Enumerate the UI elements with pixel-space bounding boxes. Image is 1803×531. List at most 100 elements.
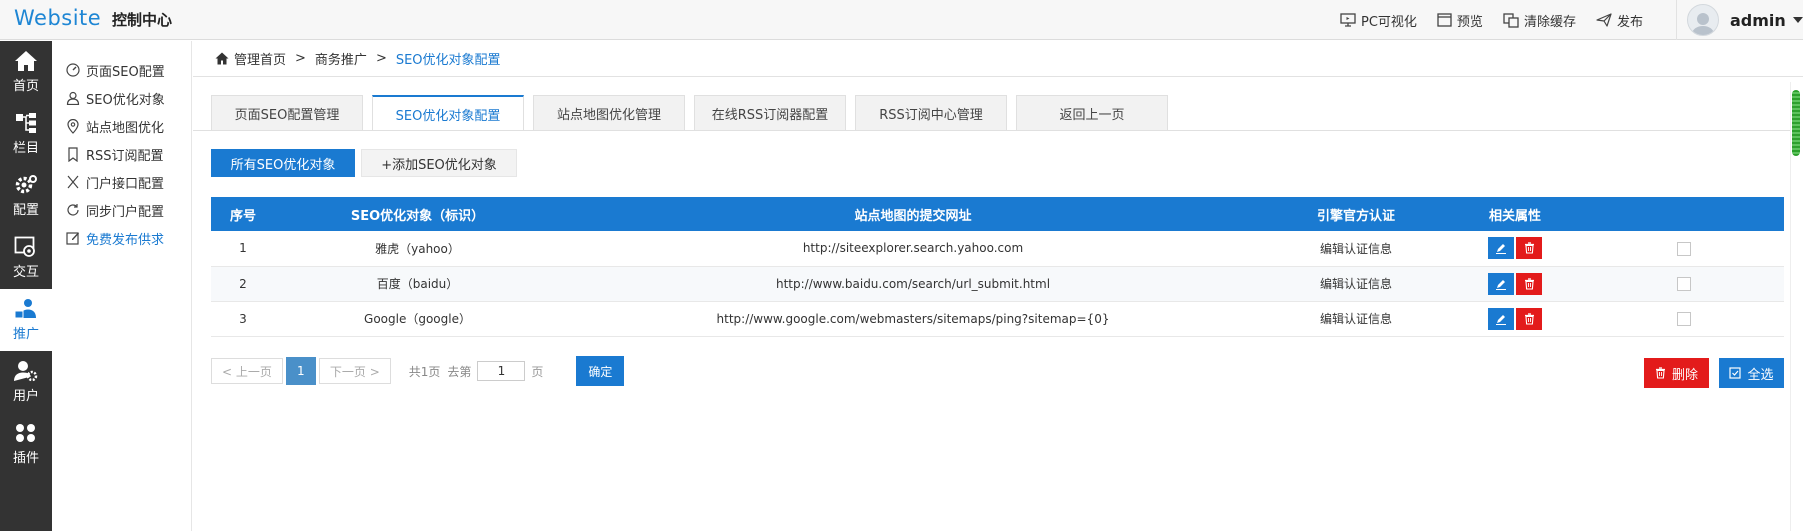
side-nav-users[interactable]: 用户: [0, 351, 52, 413]
all-seo-objects-button[interactable]: 所有SEO优化对象: [211, 149, 355, 177]
delete-row-button[interactable]: [1516, 307, 1542, 330]
sub-nav-seo-objects-label: SEO优化对象: [86, 92, 165, 108]
sub-nav-sitemap[interactable]: 站点地图优化: [52, 112, 191, 140]
tab-sitemap[interactable]: 站点地图优化管理: [533, 95, 685, 130]
row-auth-link[interactable]: 编辑认证信息: [1266, 266, 1446, 302]
row-no: 2: [211, 266, 275, 302]
tab-seo-objects[interactable]: SEO优化对象配置: [372, 95, 524, 131]
goto-page-input[interactable]: [477, 361, 526, 381]
side-nav-config-label: 配置: [12, 203, 39, 218]
trash-icon: [1655, 367, 1665, 379]
confirm-page-button[interactable]: 确定: [576, 356, 625, 386]
row-select: [1584, 266, 1784, 302]
row-url: http://www.google.com/webmasters/sitemap…: [560, 301, 1266, 337]
breadcrumb: 管理首页 > 商务推广 > SEO优化对象配置: [193, 41, 1803, 77]
column-header-props: 相关属性: [1446, 197, 1584, 231]
sub-nav-page-seo[interactable]: 页面SEO配置: [52, 56, 191, 84]
page-number-current[interactable]: 1: [285, 357, 316, 385]
select-all-button[interactable]: 全选: [1719, 358, 1784, 388]
row-url: http://siteexplorer.search.yahoo.com: [560, 231, 1266, 267]
sub-nav-portal-api[interactable]: 门户接口配置: [52, 168, 191, 196]
user-outline-icon: [66, 91, 80, 105]
check-square-icon: [1729, 367, 1742, 379]
logo[interactable]: Website: [14, 6, 101, 30]
side-nav-plugins[interactable]: 插件: [0, 413, 52, 475]
table-header-row: 序号 SEO优化对象（标识） 站点地图的提交网址 引擎官方认证 相关属性: [211, 197, 1784, 231]
tab-page-seo[interactable]: 页面SEO配置管理: [211, 95, 363, 130]
side-nav-interaction-label: 交互: [12, 265, 39, 280]
seo-objects-table: 序号 SEO优化对象（标识） 站点地图的提交网址 引擎官方认证 相关属性 1 雅…: [211, 197, 1784, 337]
avatar: [1687, 4, 1719, 36]
edit-button[interactable]: [1488, 272, 1514, 295]
breadcrumb-middle[interactable]: 商务推广: [315, 49, 367, 68]
preview-button[interactable]: 预览: [1437, 11, 1483, 30]
row-auth-link[interactable]: 编辑认证信息: [1266, 301, 1446, 337]
clear-cache-button[interactable]: 清除缓存: [1503, 11, 1576, 30]
delete-row-button[interactable]: [1516, 237, 1542, 260]
home-icon: [215, 52, 229, 65]
column-header-url: 站点地图的提交网址: [560, 197, 1266, 231]
breadcrumb-home[interactable]: 管理首页: [234, 49, 286, 68]
sub-nav: 页面SEO配置 SEO优化对象 站点地图优化 RSS订阅配置 门户接口配置 同步…: [52, 41, 192, 531]
sub-nav-seo-objects[interactable]: SEO优化对象: [52, 84, 191, 112]
pencil-icon: [1496, 279, 1506, 290]
tab-divider: [193, 130, 1790, 131]
bulk-delete-button[interactable]: 删除: [1644, 358, 1709, 388]
row-select: [1584, 231, 1784, 267]
row-actions: [1446, 231, 1584, 267]
user-menu[interactable]: admin: [1676, 0, 1803, 40]
side-nav-promotion[interactable]: 推广: [0, 289, 52, 351]
column-header-select: [1584, 197, 1784, 231]
trash-icon: [1524, 312, 1534, 325]
table-row: 3 Google（google） http://www.google.com/w…: [211, 301, 1784, 337]
publish-button[interactable]: 发布: [1596, 11, 1643, 30]
row-checkbox[interactable]: [1677, 311, 1691, 326]
tab-rss-reader[interactable]: 在线RSS订阅器配置: [694, 95, 846, 130]
column-header-no: 序号: [211, 197, 275, 231]
sub-nav-free-publish[interactable]: 免费发布供求: [52, 224, 191, 252]
row-name: 百度（baidu）: [275, 266, 560, 302]
sub-nav-page-seo-label: 页面SEO配置: [86, 64, 165, 80]
scrollbar-thumb[interactable]: [1792, 90, 1800, 156]
select-all-label: 全选: [1747, 367, 1774, 383]
promotion-icon: [14, 299, 36, 319]
next-page-button[interactable]: 下一页 >: [318, 358, 391, 384]
row-checkbox[interactable]: [1677, 241, 1691, 256]
prev-page-button[interactable]: < 上一页: [211, 358, 283, 384]
publish-label: 发布: [1616, 14, 1643, 30]
row-name: Google（google）: [275, 301, 560, 337]
tab-rss-center[interactable]: RSS订阅中心管理: [855, 95, 1007, 130]
bulk-delete-label: 删除: [1671, 367, 1698, 383]
side-nav-columns[interactable]: 栏目: [0, 103, 52, 165]
gears-icon: [15, 175, 37, 194]
pc-visual-button[interactable]: PC可视化: [1340, 11, 1417, 30]
sub-nav-rss-label: RSS订阅配置: [86, 148, 164, 164]
sub-nav-portal-api-label: 门户接口配置: [86, 176, 165, 192]
side-nav-home[interactable]: 首页: [0, 41, 52, 103]
preview-label: 预览: [1456, 14, 1483, 30]
tab-back[interactable]: 返回上一页: [1016, 95, 1168, 130]
sub-nav-sync-portal[interactable]: 同步门户配置: [52, 196, 191, 224]
add-seo-object-button[interactable]: +添加SEO优化对象: [361, 149, 517, 177]
interaction-icon: [14, 236, 35, 257]
row-auth-link[interactable]: 编辑认证信息: [1266, 231, 1446, 267]
side-nav-config[interactable]: 配置: [0, 165, 52, 227]
pc-visual-label: PC可视化: [1361, 14, 1417, 30]
user-gear-icon: [14, 361, 38, 382]
row-checkbox[interactable]: [1677, 276, 1691, 291]
gauge-icon: [66, 63, 80, 77]
chevron-down-icon: [1792, 17, 1803, 23]
side-nav-interaction[interactable]: 交互: [0, 227, 52, 289]
scissors-icon: [67, 175, 79, 189]
edit-button[interactable]: [1488, 237, 1514, 260]
row-name: 雅虎（yahoo）: [275, 231, 560, 267]
pencil-icon: [1496, 244, 1506, 255]
delete-row-button[interactable]: [1516, 272, 1542, 295]
trash-icon: [1524, 277, 1534, 290]
edit-button[interactable]: [1488, 307, 1514, 330]
breadcrumb-separator: >: [375, 51, 387, 66]
tab-bar: 页面SEO配置管理 SEO优化对象配置 站点地图优化管理 在线RSS订阅器配置 …: [211, 95, 1177, 131]
plugin-icon: [16, 424, 35, 442]
side-nav-promotion-label: 推广: [12, 327, 39, 342]
sub-nav-rss[interactable]: RSS订阅配置: [52, 140, 191, 168]
